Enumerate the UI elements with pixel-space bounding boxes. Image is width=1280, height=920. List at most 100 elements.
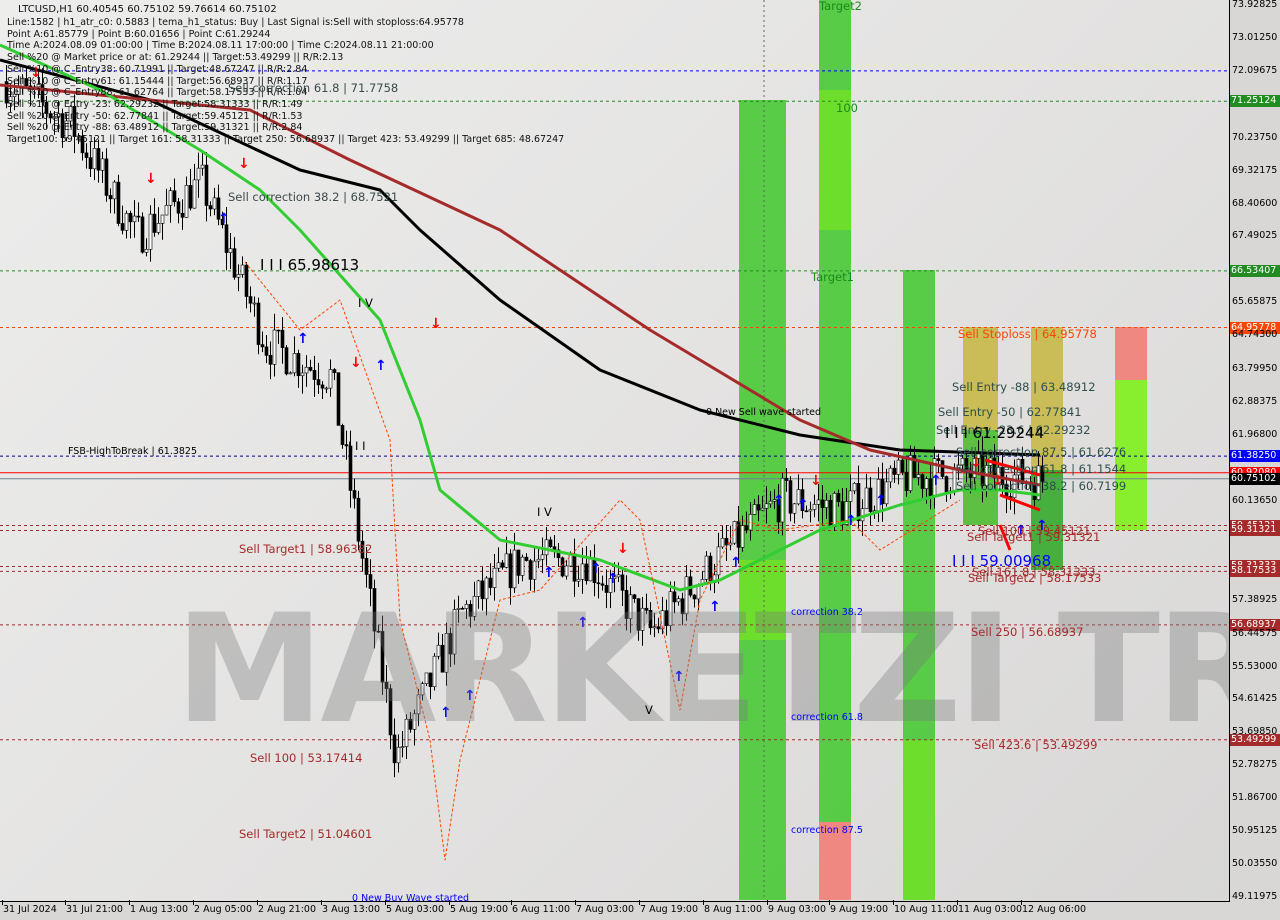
candle-body — [184, 185, 189, 218]
price-tag: 59.31321 — [1230, 524, 1280, 537]
chart-annotation: Sell 423.6 | 53.49299 — [974, 738, 1098, 752]
x-tick-label: 8 Aug 11:00 — [704, 904, 763, 915]
x-tick-label: 9 Aug 19:00 — [830, 904, 889, 915]
buy-arrow-icon: ↑ — [730, 555, 742, 571]
x-tick-label: 9 Aug 03:00 — [768, 904, 827, 915]
candle-body — [292, 353, 297, 374]
candle-body — [224, 224, 229, 253]
candle-body — [860, 508, 865, 522]
chart-annotation: Sell correction 38.2 | 68.7521 — [228, 190, 399, 204]
buy-arrow-icon: ↑ — [875, 493, 887, 509]
candle-body — [364, 558, 369, 575]
x-tick-mark — [385, 900, 386, 905]
x-tick-mark — [65, 900, 66, 905]
buy-arrow-icon: ↑ — [590, 561, 602, 577]
candle-body — [560, 557, 565, 577]
candle-body — [720, 537, 725, 548]
x-tick-mark — [767, 900, 768, 905]
candle-body — [812, 504, 817, 510]
price-tag: 66.53407 — [1230, 264, 1280, 277]
candle-body — [156, 223, 161, 233]
mid-ma-line — [0, 83, 1041, 487]
x-tick-mark — [257, 900, 258, 905]
candle-body — [892, 467, 897, 475]
candle-body — [252, 302, 257, 305]
signal-zone — [1115, 327, 1147, 380]
y-tick-label: 50.03550 — [1232, 858, 1278, 870]
candle-body — [272, 329, 277, 365]
chart-annotation: Sell Target1 | 59.31321 — [967, 530, 1101, 544]
candle-body — [756, 504, 761, 511]
x-tick-label: 7 Aug 03:00 — [576, 904, 635, 915]
candle-body — [144, 249, 149, 253]
x-tick-mark — [511, 900, 512, 905]
info-line: Sell %10 @ C_Entry38: 60.71991 || Target… — [7, 63, 308, 75]
y-tick-label: 61.96800 — [1232, 429, 1278, 441]
candle-body — [84, 152, 89, 158]
y-tick-label: 52.78275 — [1232, 759, 1278, 771]
candle-body — [88, 157, 93, 170]
price-tag: 61.38250 — [1230, 450, 1280, 463]
y-tick-label: 55.53000 — [1232, 660, 1278, 672]
x-tick-label: 5 Aug 19:00 — [450, 904, 509, 915]
candle-body — [124, 212, 129, 231]
candle-body — [212, 197, 217, 210]
chart-annotation: I V — [537, 505, 552, 519]
candle-body — [136, 215, 141, 218]
candle-body — [288, 372, 293, 375]
candle-body — [904, 471, 909, 491]
chart-annotation: Sell correction 61.8 | 71.7758 — [228, 81, 399, 95]
x-tick-mark — [193, 900, 194, 905]
x-tick-label: 2 Aug 21:00 — [258, 904, 317, 915]
chart-annotation: Sell Entry -88 | 63.48912 — [952, 380, 1096, 394]
x-tick-mark — [575, 900, 576, 905]
buy-arrow-icon: ↑ — [218, 211, 230, 227]
candle-body — [232, 248, 237, 278]
candle-body — [848, 490, 853, 502]
chart-plot-area[interactable]: ↓↓↓↓↓↓↓↓↓↑↑↑↑↑↑↑↑↑↑↑↑↑↑↑↑↑↑↑ MARKETZI TR… — [0, 0, 1230, 902]
candle-body — [896, 459, 901, 475]
buy-arrow-icon: ↑ — [845, 513, 857, 529]
sell-arrow-icon: ↓ — [145, 171, 157, 187]
candle-body — [180, 212, 185, 218]
candle-body — [816, 499, 821, 505]
chart-annotation: Sell Target2 | 51.04601 — [239, 827, 373, 841]
candle-body — [792, 503, 797, 514]
sell-arrow-icon: ↓ — [350, 355, 362, 371]
candle-body — [924, 478, 929, 489]
chart-annotation: 0 New Sell wave started — [706, 407, 822, 418]
candle-body — [236, 274, 241, 278]
chart-annotation: I I I — [348, 439, 366, 453]
y-tick-label: 72.09675 — [1232, 64, 1278, 76]
y-tick-label: 63.79950 — [1232, 363, 1278, 375]
candle-body — [104, 158, 109, 196]
candle-body — [520, 556, 525, 576]
candle-body — [196, 167, 201, 181]
candle-body — [740, 525, 745, 548]
candle-body — [564, 565, 569, 577]
candle-body — [208, 205, 213, 210]
info-line: Sell %20 @ Entry -50: 62.77841 || Target… — [7, 110, 303, 122]
x-tick-mark — [2, 900, 3, 905]
candle-body — [820, 499, 825, 508]
x-tick-mark — [1021, 900, 1022, 905]
candle-body — [808, 509, 813, 512]
candle-body — [824, 499, 829, 508]
candle-body — [112, 181, 117, 200]
candle-body — [316, 379, 321, 386]
x-tick-label: 10 Aug 11:00 — [894, 904, 959, 915]
candle-body — [192, 179, 197, 209]
sell-arrow-icon: ↓ — [430, 316, 442, 332]
buy-arrow-icon: ↑ — [930, 473, 942, 489]
x-tick-mark — [321, 900, 322, 905]
x-tick-label: 2 Aug 05:00 — [194, 904, 253, 915]
candle-body — [576, 579, 581, 582]
candle-body — [228, 248, 233, 253]
chart-annotation: FSB-HighToBreak | 61.3825 — [68, 446, 198, 457]
candle-body — [340, 425, 345, 445]
candle-body — [532, 560, 537, 580]
candle-body — [160, 214, 165, 224]
x-tick-label: 3 Aug 13:00 — [322, 904, 381, 915]
y-tick-label: 65.65875 — [1232, 296, 1278, 308]
candle-body — [256, 302, 261, 345]
